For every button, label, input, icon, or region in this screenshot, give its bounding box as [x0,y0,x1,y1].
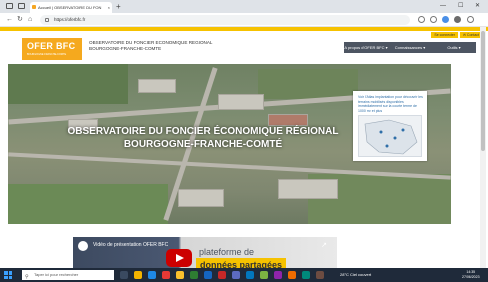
taskbar-search-placeholder: Taper ici pour rechercher [34,272,79,277]
word-icon[interactable] [204,271,212,279]
accent-strip [0,27,488,31]
address-bar[interactable]: https://oferbfc.fr [40,15,410,25]
clock[interactable]: 14:35 27/06/2023 [462,270,480,280]
extensions-icon[interactable] [454,16,461,23]
hero-title-line1: OBSERVATOIRE DU FONCIER ÉCONOMIQUE RÉGIO… [67,126,339,137]
app-icon[interactable] [274,271,282,279]
weather-widget[interactable]: 28°C Ciel couvert [340,268,371,282]
menu-item-knowledge[interactable]: Connaissances ▾ [388,42,432,53]
map-thumbnail[interactable] [358,115,422,157]
field-shape [8,64,128,104]
page-scrollbar[interactable] [480,27,486,268]
logo-title: OFER BFC [27,41,76,51]
clock-date: 27/06/2023 [462,275,480,279]
menu-item-about[interactable]: A propos d'OFER BFC ▾ [344,42,388,53]
back-icon[interactable]: ← [6,16,13,24]
building-shape [178,189,224,207]
minimize-button[interactable]: — [440,1,446,12]
channel-avatar [78,241,88,251]
field-shape [258,69,358,99]
hero-title-line2: BOURGOGNE-FRANCHE-COMTÉ [123,139,283,150]
building-shape [218,94,264,110]
favorites-icon[interactable] [418,16,425,23]
favicon-icon [32,5,36,9]
logo-subtitle: BOURGOGNE FRANCHE-COMTE [27,53,67,56]
atlas-card-text: Voir l'Atlas implantation pour découvrir… [358,95,423,113]
building-shape [138,79,176,93]
contact-link[interactable]: ✉ Contact [460,32,482,38]
taskbar-search[interactable]: ⚲ Taper ici pour rechercher [22,270,114,280]
file-explorer-icon[interactable] [134,271,142,279]
tab-title: Accueil | OBSERVATOIRE DU FON [38,5,102,10]
app-icon[interactable] [288,271,296,279]
hero-banner: OBSERVATOIRE DU FONCIER ÉCONOMIQUE RÉGIO… [8,64,451,224]
windows-start-icon[interactable] [4,271,12,279]
excel-icon[interactable] [190,271,198,279]
web-page: Se connecter ✉ Contact OFER BFC BOURGOGN… [0,27,488,282]
teams-icon[interactable] [232,271,240,279]
url-text: https://oferbfc.fr [54,17,86,22]
scrollbar-thumb[interactable] [481,31,485,151]
tab-list-icon[interactable] [18,3,25,9]
video-caption-line1: plateforme de [199,247,255,257]
menu-icon[interactable] [467,16,474,23]
home-icon[interactable]: ⌂ [28,16,32,24]
new-tab-button[interactable]: + [116,1,121,12]
menu-item-tools[interactable]: Outils ▾ [432,42,476,53]
play-button-icon[interactable] [166,249,192,267]
app-icon[interactable] [162,271,170,279]
login-link[interactable]: Se connecter [431,32,459,38]
profile-icon[interactable] [442,16,449,23]
video-title[interactable]: Vidéo de présentation OFER BFC [93,242,168,248]
field-shape [8,184,168,224]
browser-tab[interactable]: Accueil | OBSERVATOIRE DU FON × [30,2,112,13]
browser-nav-bar: ← ↻ ⌂ https://oferbfc.fr [0,13,488,27]
building-shape [278,179,338,199]
share-icon[interactable]: ↗ [321,241,327,249]
tab-actions-icon[interactable] [6,3,13,9]
maximize-button[interactable]: ☐ [458,1,463,12]
taskbar: ⚲ Taper ici pour rechercher 28°C Ciel co… [0,268,488,282]
utility-links: Se connecter ✉ Contact [431,32,482,38]
app-icon[interactable] [316,271,324,279]
collections-icon[interactable] [430,16,437,23]
atlas-card[interactable]: Voir l'Atlas implantation pour découvrir… [353,91,427,161]
app-icon[interactable] [260,271,268,279]
browser-tab-bar: Accueil | OBSERVATOIRE DU FON × + — ☐ ✕ [0,0,488,13]
lock-icon [45,18,49,22]
hero-title: OBSERVATOIRE DU FONCIER ÉCONOMIQUE RÉGIO… [8,125,398,151]
refresh-icon[interactable]: ↻ [17,16,23,24]
app-icon[interactable] [302,271,310,279]
site-logo[interactable]: OFER BFC BOURGOGNE FRANCHE-COMTE [22,38,82,60]
search-icon: ⚲ [25,274,29,280]
edge-icon[interactable] [148,271,156,279]
powerpoint-icon[interactable] [218,271,226,279]
chrome-icon[interactable] [176,271,184,279]
header-title-line2: BOURGOGNE-FRANCHE-COMTE [89,46,162,51]
outlook-icon[interactable] [246,271,254,279]
site-header-title: OBSERVATOIRE DU FONCIER ECONOMIQUE REGIO… [89,40,212,52]
main-menu: A propos d'OFER BFC ▾ Connaissances ▾ Ou… [344,42,476,53]
tab-close-icon[interactable]: × [108,2,110,13]
task-view-icon[interactable] [120,271,128,279]
close-window-button[interactable]: ✕ [475,1,480,12]
